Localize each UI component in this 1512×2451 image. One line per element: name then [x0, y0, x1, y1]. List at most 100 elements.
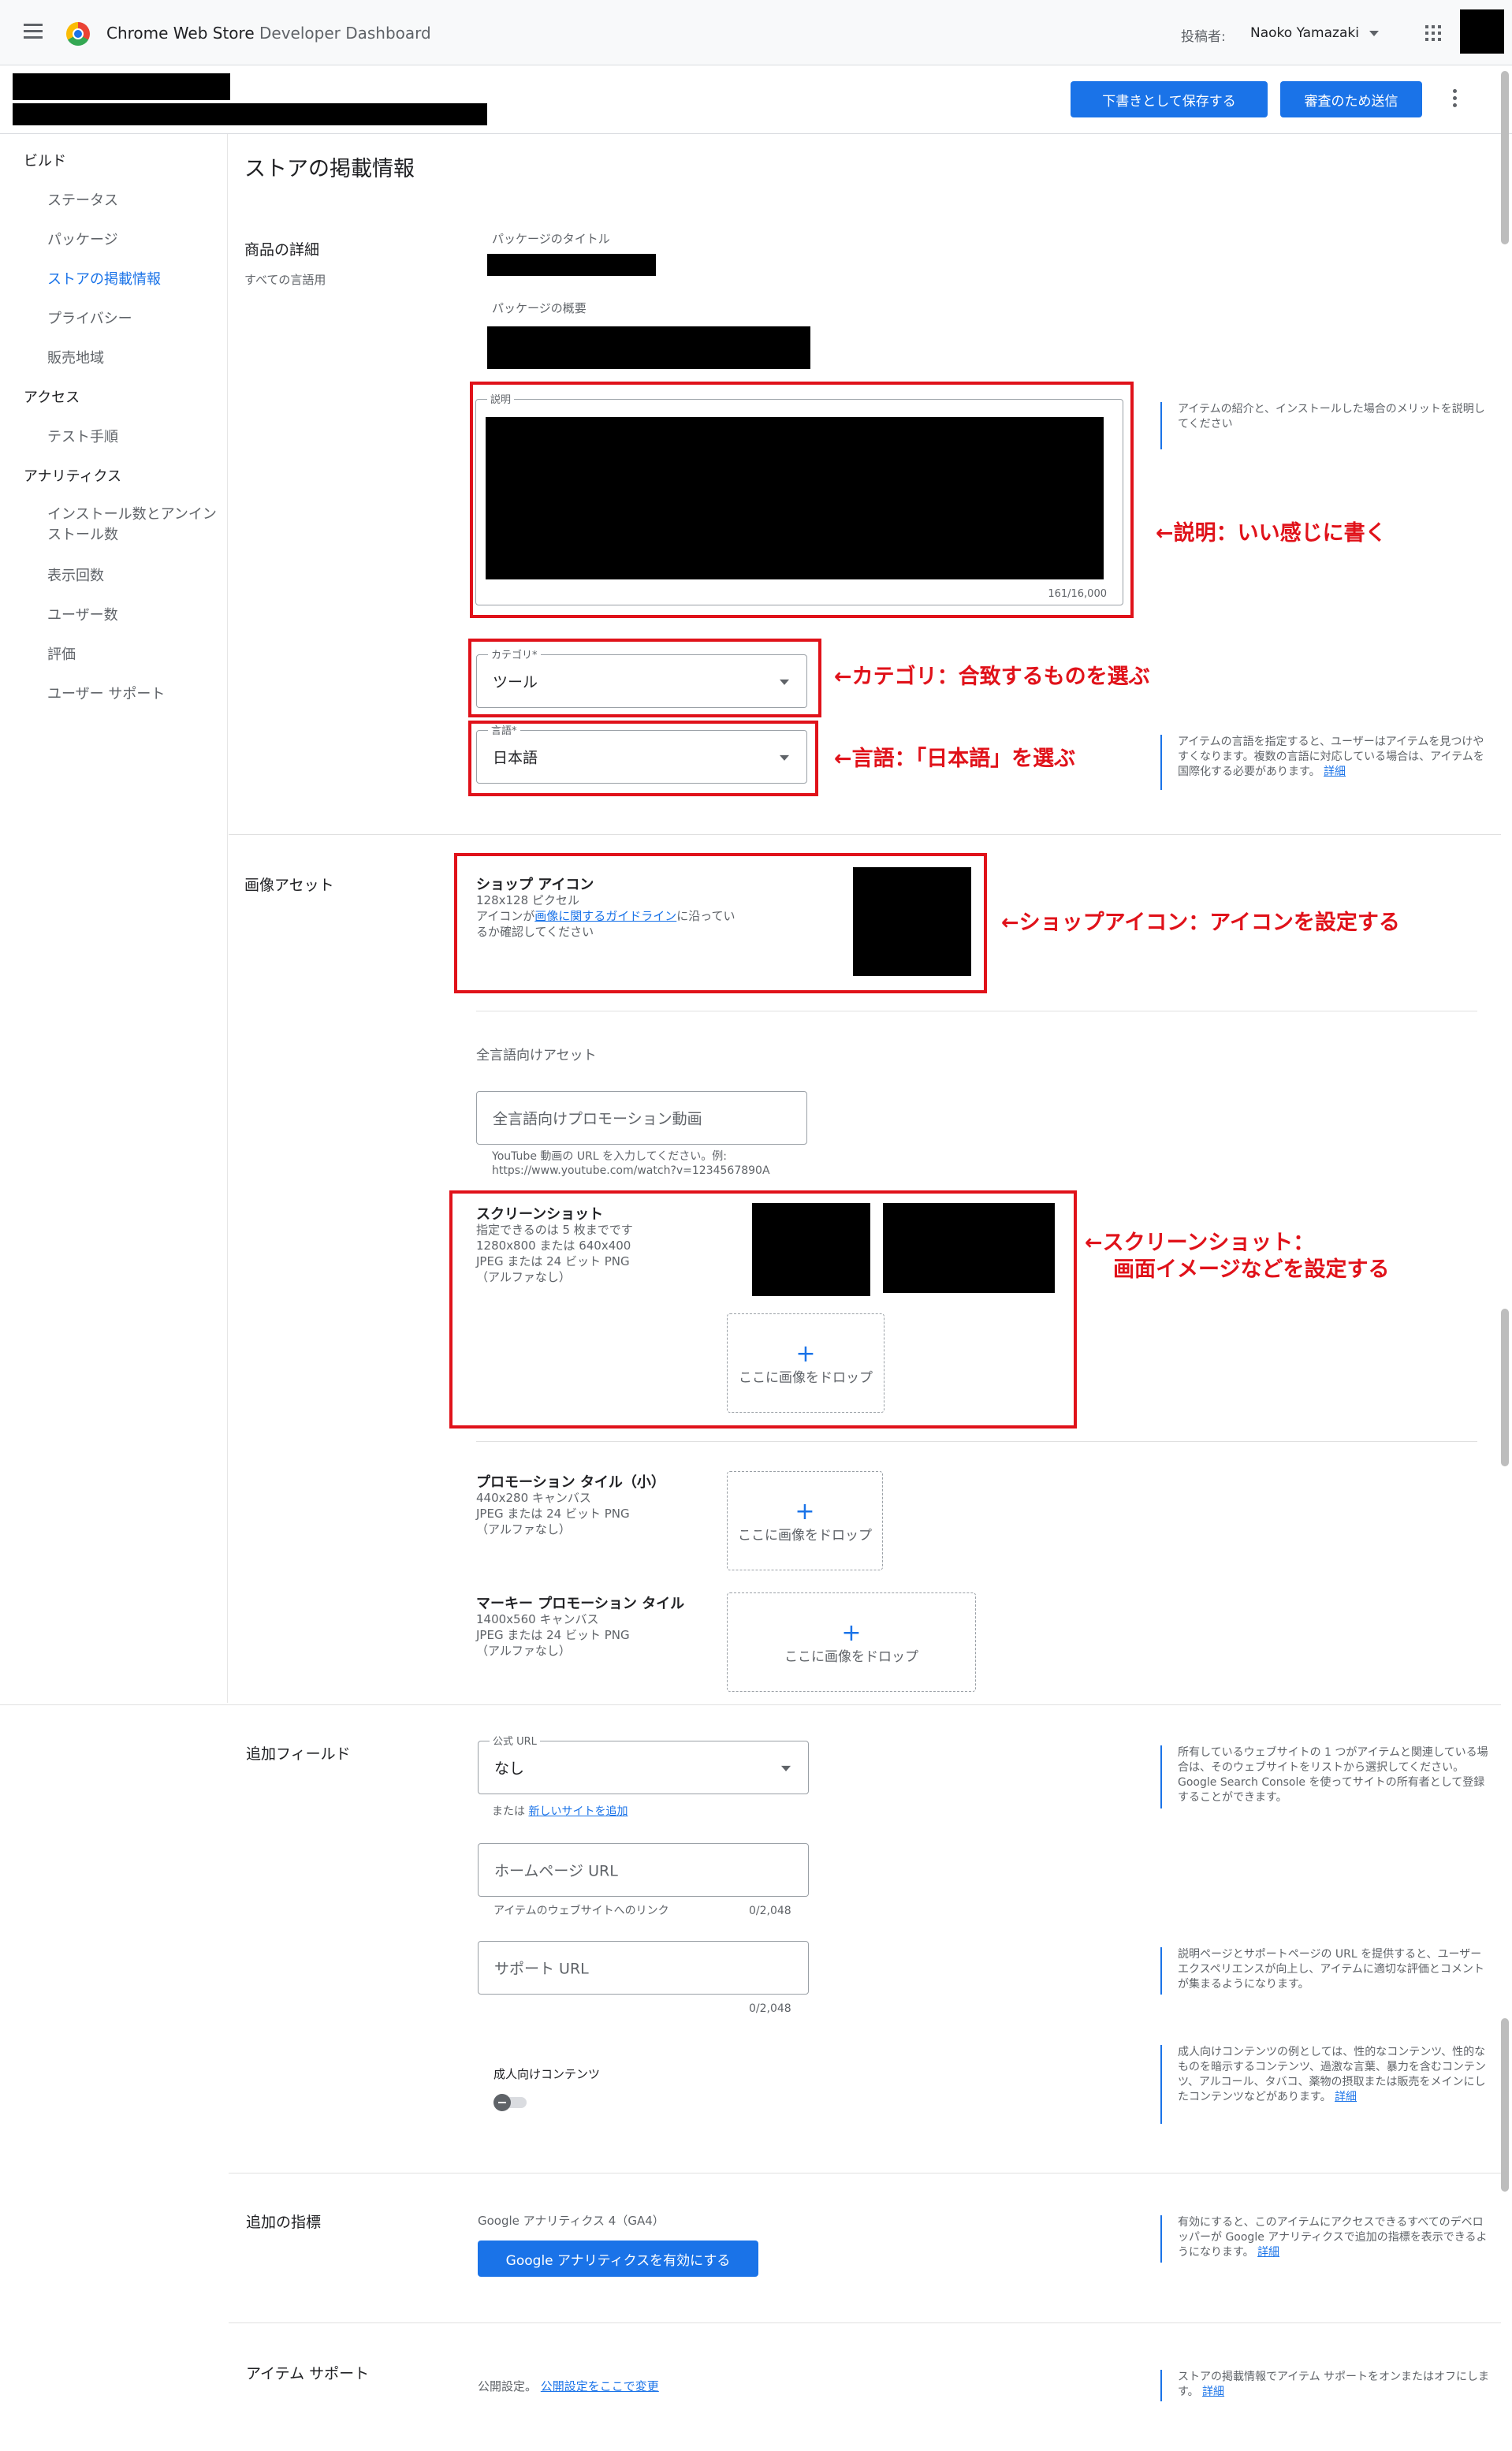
small-tile-drop-zone[interactable]: + ここに画像をドロップ — [727, 1471, 883, 1570]
sidebar-item-store-listing[interactable]: ストアの掲載情報 — [47, 268, 161, 289]
support-url-placeholder: サポート URL — [494, 1960, 589, 1978]
publisher-name: Naoko Yamazaki — [1250, 25, 1359, 41]
item-id-redacted — [13, 103, 487, 125]
language-help: アイテムの言語を指定すると、ユーザーはアイテムを見つけやすくなります。複数の言語… — [1160, 735, 1492, 790]
mature-content-toggle[interactable] — [493, 2094, 530, 2111]
support-help: ストアの掲載情報でアイテム サポートをオンまたはオフにします。 詳細 — [1160, 2370, 1492, 2401]
support-count: 0/2,048 — [749, 2002, 791, 2015]
scrollbar-thumb-bottom[interactable] — [1501, 2018, 1509, 2192]
language-help-link[interactable]: 詳細 — [1324, 765, 1346, 778]
support-help-link[interactable]: 詳細 — [1202, 2386, 1224, 2398]
mature-content-help-link[interactable]: 詳細 — [1335, 2091, 1357, 2103]
marquee-title: マーキー プロモーション タイル — [476, 1596, 685, 1612]
marquee-desc: 1400x560 キャンバス JPEG または 24 ビット PNG （アルファ… — [476, 1611, 630, 1659]
asset-divider — [476, 1441, 1477, 1442]
annotation-description: ←説明：いい感じに書く — [1156, 521, 1387, 546]
visibility-row: 公開設定。 公開設定をここで変更 — [478, 2378, 659, 2394]
dropdown-arrow-icon — [781, 1765, 791, 1771]
homepage-hint: アイテムのウェブサイトへのリンク — [493, 1905, 669, 1917]
annotation-box-description — [470, 382, 1134, 618]
annotation-screenshot-2: 画面イメージなどを設定する — [1113, 1257, 1390, 1282]
details-section-sub: すべての言語用 — [244, 273, 326, 287]
mature-content-label: 成人向けコンテンツ — [493, 2067, 601, 2081]
apps-grid-icon[interactable] — [1425, 25, 1441, 41]
publisher-label: 投稿者: — [1181, 29, 1226, 45]
publisher-selector[interactable]: Naoko Yamazaki — [1250, 25, 1380, 41]
sidebar-item-ratings[interactable]: 評価 — [47, 643, 76, 664]
top-app-bar: Chrome Web Store Developer Dashboard 投稿者… — [0, 0, 1512, 65]
official-url-help: 所有しているウェブサイトの 1 つがアイテムと関連している場合は、そのウェブサイ… — [1160, 1745, 1492, 1808]
homepage-count: 0/2,048 — [749, 1905, 791, 1917]
menu-icon[interactable] — [24, 24, 43, 39]
submit-review-button[interactable]: 審査のため送信 — [1280, 81, 1422, 117]
support-url-input[interactable]: サポート URL — [478, 1941, 809, 1995]
sidebar-section-analytics: アナリティクス — [24, 468, 122, 485]
small-tile-desc-2: JPEG または 24 ビット PNG — [476, 1507, 630, 1521]
sidebar-item-users[interactable]: ユーザー数 — [47, 604, 118, 624]
app-title-sub: Developer Dashboard — [254, 24, 431, 43]
page-title: ストアの掲載情報 — [244, 157, 415, 181]
sidebar-section-access: アクセス — [24, 389, 80, 406]
mature-content-help: 成人向けコンテンツの例としては、性的なコンテンツ、性的なものを暗示するコンテンツ… — [1160, 2045, 1492, 2124]
metrics-section-title: 追加の指標 — [246, 2214, 322, 2231]
sidebar-section-build: ビルド — [24, 153, 66, 169]
assets-section-title: 画像アセット — [244, 877, 334, 894]
sidebar-item-privacy[interactable]: プライバシー — [47, 307, 132, 328]
package-title-label: パッケージのタイトル — [492, 232, 610, 246]
small-tile-desc-1: 440x280 キャンバス — [476, 1491, 591, 1505]
add-site-link[interactable]: 新しいサイトを追加 — [528, 1805, 628, 1818]
support-section-title: アイテム サポート — [246, 2365, 370, 2382]
support-url-help: 説明ページとサポートページの URL を提供すると、ユーザー エクスペリエンスが… — [1160, 1947, 1492, 1995]
add-site-row: または 新しいサイトを追加 — [492, 1804, 628, 1820]
plus-icon: + — [795, 1498, 815, 1525]
small-tile-desc-3: （アルファなし） — [476, 1522, 571, 1537]
package-summary-redacted — [487, 326, 810, 369]
official-url-help-text: 所有しているウェブサイトの 1 つがアイテムと関連している場合は、そのウェブサイ… — [1178, 1746, 1488, 1804]
description-help-text: アイテムの紹介と、インストールした場合のメリットを説明してください — [1178, 403, 1485, 430]
sidebar-item-user-support[interactable]: ユーザー サポート — [47, 683, 165, 703]
chevron-down-icon — [1369, 30, 1380, 36]
scrollbar-thumb-mid[interactable] — [1501, 1309, 1509, 1466]
enable-ga-button[interactable]: Google アナリティクスを有効にする — [478, 2241, 758, 2277]
annotation-category: ←カテゴリ：合致するものを選ぶ — [834, 665, 1150, 689]
account-avatar[interactable] — [1460, 9, 1504, 54]
marquee-desc-3: （アルファなし） — [476, 1644, 571, 1658]
plus-icon: + — [841, 1619, 862, 1647]
annotation-box-icon — [454, 853, 987, 993]
annotation-box-screenshot — [449, 1190, 1077, 1429]
marquee-drop-zone[interactable]: + ここに画像をドロップ — [727, 1592, 976, 1692]
homepage-url-input[interactable]: ホームページ URL — [478, 1843, 809, 1897]
sidebar-item-distribution[interactable]: 販売地域 — [47, 347, 104, 367]
chrome-logo-icon — [66, 22, 90, 46]
official-url-value: なし — [494, 1760, 525, 1778]
promo-video-placeholder: 全言語向けプロモーション動画 — [493, 1110, 702, 1128]
details-section-title: 商品の詳細 — [244, 241, 320, 259]
annotation-box-category — [468, 639, 821, 717]
official-url-select[interactable]: 公式 URL なし — [478, 1733, 809, 1794]
visibility-link[interactable]: 公開設定をここで変更 — [541, 2379, 659, 2393]
sidebar-item-test-instructions[interactable]: テスト手順 — [47, 426, 118, 446]
drop-label: ここに画像をドロップ — [738, 1528, 872, 1544]
sidebar-item-status[interactable]: ステータス — [47, 189, 118, 210]
marquee-desc-2: JPEG または 24 ビット PNG — [476, 1628, 630, 1642]
save-draft-button[interactable]: 下書きとして保存する — [1071, 81, 1268, 117]
metrics-help-link[interactable]: 詳細 — [1257, 2246, 1279, 2259]
annotation-box-language — [468, 721, 818, 796]
metrics-help: 有効にすると、このアイテムにアクセスできるすべてのデベロッパーが Google … — [1160, 2215, 1492, 2263]
homepage-url-placeholder: ホームページ URL — [494, 1862, 618, 1880]
marquee-desc-1: 1400x560 キャンバス — [476, 1612, 599, 1626]
sidebar-item-installs[interactable]: インストール数とアンイン ストール数 — [47, 505, 221, 546]
promo-video-hint: YouTube 動画の URL を入力してください。例: https://www… — [492, 1149, 770, 1178]
sidebar-item-impressions[interactable]: 表示回数 — [47, 564, 104, 585]
more-vert-icon[interactable] — [1453, 89, 1458, 110]
section-divider — [229, 2322, 1501, 2323]
scrollbar-thumb-top[interactable] — [1501, 71, 1509, 244]
app-title: Chrome Web Store Developer Dashboard — [106, 24, 431, 43]
promo-video-input[interactable]: 全言語向けプロモーション動画 — [476, 1091, 807, 1145]
description-help: アイテムの紹介と、インストールした場合のメリットを説明してください — [1160, 402, 1492, 449]
item-header-bar: 下書きとして保存する 審査のため送信 — [0, 65, 1512, 134]
section-divider — [0, 1704, 1501, 1705]
sidebar-item-package[interactable]: パッケージ — [47, 229, 118, 249]
sidebar-nav: ビルド ステータス パッケージ ストアの掲載情報 プライバシー 販売地域 アクセ… — [0, 134, 228, 1703]
app-title-main: Chrome Web Store — [106, 24, 255, 43]
